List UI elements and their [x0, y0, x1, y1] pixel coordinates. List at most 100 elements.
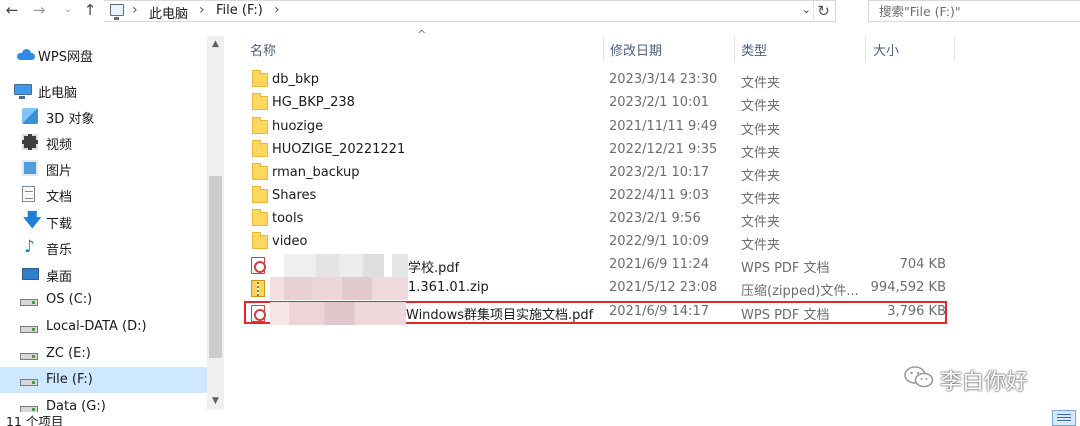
video-icon [22, 134, 38, 150]
nav-label: 下载 [46, 217, 73, 232]
nav-item-music[interactable]: ♪ 音乐 [0, 234, 207, 260]
file-row-highlighted[interactable]: Windows群集项目实施文档.pdf 2021/6/9 14:17 WPS P… [244, 301, 947, 325]
nav-label: 此电脑 [38, 86, 78, 101]
drive-icon [20, 379, 38, 386]
nav-label: Local-DATA (D:) [46, 319, 147, 334]
file-type: 文件夹 [741, 192, 781, 207]
scrollbar-thumb[interactable] [209, 176, 222, 358]
address-toolbar: ← → ⌄ ↑ › 此电脑 › File (F:) › ⌄ ↻ [0, 0, 1080, 22]
folder-icon [252, 163, 268, 180]
file-row[interactable]: rman_backup 2023/2/1 10:17 文件夹 [244, 162, 947, 185]
breadcrumb-this-pc[interactable]: 此电脑 [149, 3, 188, 22]
nav-label: 图片 [46, 164, 73, 179]
3d-objects-icon [22, 108, 38, 124]
nav-label: 音乐 [46, 243, 73, 258]
nav-item-data-g[interactable]: Data (G:) [0, 394, 207, 412]
column-header-label: 修改日期 [610, 44, 663, 59]
file-size: 994,592 KB [870, 280, 946, 295]
file-row[interactable]: video 2022/9/1 10:09 文件夹 [244, 231, 947, 254]
recent-locations-chevron-icon[interactable]: ⌄ [59, 1, 77, 19]
nav-item-pictures[interactable]: 图片 [0, 155, 207, 181]
column-header-name[interactable]: 名称 [244, 36, 604, 62]
address-bar[interactable]: › 此电脑 › File (F:) › ⌄ ↻ [104, 0, 836, 22]
redacted-region [276, 254, 408, 277]
nav-item-3d-objects[interactable]: 3D 对象 [0, 103, 207, 129]
nav-item-zc-e[interactable]: ZC (E:) [0, 341, 207, 367]
column-header-size[interactable]: 大小 [866, 36, 954, 62]
column-divider[interactable] [954, 36, 955, 62]
chevron-right-icon[interactable]: › [132, 2, 138, 18]
documents-icon [22, 186, 35, 202]
folder-icon [252, 186, 268, 203]
file-row[interactable]: Shares 2022/4/11 9:03 文件夹 [244, 185, 947, 208]
nav-item-this-pc[interactable]: 此电脑 [0, 77, 207, 103]
nav-item-videos[interactable]: 视频 [0, 129, 207, 155]
file-name: tools [272, 211, 304, 226]
pdf-icon [251, 305, 266, 322]
nav-item-documents[interactable]: 文档 [0, 181, 207, 207]
file-row[interactable]: HUOZIGE_20221221 2022/12/21 9:35 文件夹 [244, 139, 947, 162]
file-modified: 2023/2/1 10:17 [609, 165, 709, 180]
folder-icon [252, 232, 268, 249]
computer-icon [110, 4, 124, 20]
file-modified: 2021/6/9 14:17 [609, 304, 709, 319]
nav-item-desktop[interactable]: 桌面 [0, 261, 207, 287]
details-view-icon[interactable] [1052, 410, 1076, 426]
file-modified: 2023/3/14 23:30 [609, 72, 718, 87]
nav-item-wps-cloud[interactable]: WPS网盘 [0, 41, 207, 67]
file-name: Shares [272, 188, 317, 203]
nav-item-file-f[interactable]: File (F:) [0, 367, 207, 393]
file-modified: 2022/12/21 9:35 [609, 142, 718, 157]
chevron-down-icon[interactable]: ⌄ [802, 3, 811, 16]
nav-label: WPS网盘 [38, 50, 93, 65]
nav-item-downloads[interactable]: 🡇 下载 [0, 208, 207, 234]
navigation-pane: WPS网盘 此电脑 3D 对象 视频 图片 文档 🡇 下载 ♪ 音乐 桌面 OS… [0, 34, 224, 412]
breadcrumb-file-drive[interactable]: File (F:) [216, 3, 263, 18]
file-modified: 2023/2/1 9:56 [609, 211, 701, 226]
file-type: 文件夹 [741, 238, 781, 253]
folder-icon [252, 70, 268, 87]
column-header-label: 大小 [873, 44, 900, 59]
nav-label: OS (C:) [46, 292, 93, 307]
nav-item-local-data-d[interactable]: Local-DATA (D:) [0, 314, 207, 340]
scroll-down-arrow-icon[interactable]: ▼ [207, 393, 224, 410]
pdf-icon [251, 257, 266, 274]
file-row[interactable]: tools 2023/2/1 9:56 文件夹 [244, 208, 947, 231]
desktop-icon [22, 268, 39, 280]
column-header-type[interactable]: 类型 [735, 36, 865, 62]
file-name: HG_BKP_238 [272, 95, 355, 110]
file-name: huozige [272, 119, 324, 134]
drive-icon [20, 353, 38, 360]
file-row[interactable]: 学校.pdf 2021/6/9 11:24 WPS PDF 文档 704 KB [244, 254, 947, 277]
file-type: 文件夹 [741, 123, 781, 138]
file-name: HUOZIGE_20221221 [272, 142, 406, 157]
file-type: WPS PDF 文档 [741, 261, 830, 276]
file-type: WPS PDF 文档 [741, 308, 830, 323]
pictures-icon [22, 160, 38, 176]
os-drive-icon [20, 299, 38, 306]
wechat-logo-icon [904, 366, 934, 388]
chevron-right-icon[interactable]: › [199, 2, 205, 18]
file-row[interactable]: HG_BKP_238 2023/2/1 10:01 文件夹 [244, 92, 947, 115]
column-header-modified[interactable]: 修改日期 [604, 36, 734, 62]
file-name: video [272, 234, 308, 249]
search-input[interactable] [879, 3, 1075, 20]
folder-icon [252, 209, 268, 226]
file-name: rman_backup [272, 165, 360, 180]
file-row[interactable]: huozige 2021/11/11 9:49 文件夹 [244, 116, 947, 139]
file-modified: 2021/6/9 11:24 [609, 257, 709, 272]
computer-icon [14, 84, 32, 99]
chevron-right-icon[interactable]: › [274, 2, 280, 18]
forward-arrow-icon[interactable]: → [30, 1, 48, 19]
refresh-icon[interactable]: ↻ [813, 1, 833, 21]
music-icon: ♪ [24, 237, 35, 257]
search-box[interactable] [868, 0, 1080, 22]
back-arrow-icon[interactable]: ← [3, 1, 21, 19]
nav-item-os-c[interactable]: OS (C:) [0, 287, 207, 313]
file-name: Windows群集项目实施文档.pdf [406, 308, 594, 323]
file-row[interactable]: db_bkp 2023/3/14 23:30 文件夹 [244, 69, 947, 92]
up-arrow-icon[interactable]: ↑ [81, 1, 99, 19]
nav-scrollbar[interactable]: ▲ ▼ [207, 36, 224, 410]
scroll-up-arrow-icon[interactable]: ▲ [207, 36, 224, 53]
file-row[interactable]: 1.361.01.zip 2021/5/12 23:08 压缩(zipped)文… [244, 277, 947, 300]
